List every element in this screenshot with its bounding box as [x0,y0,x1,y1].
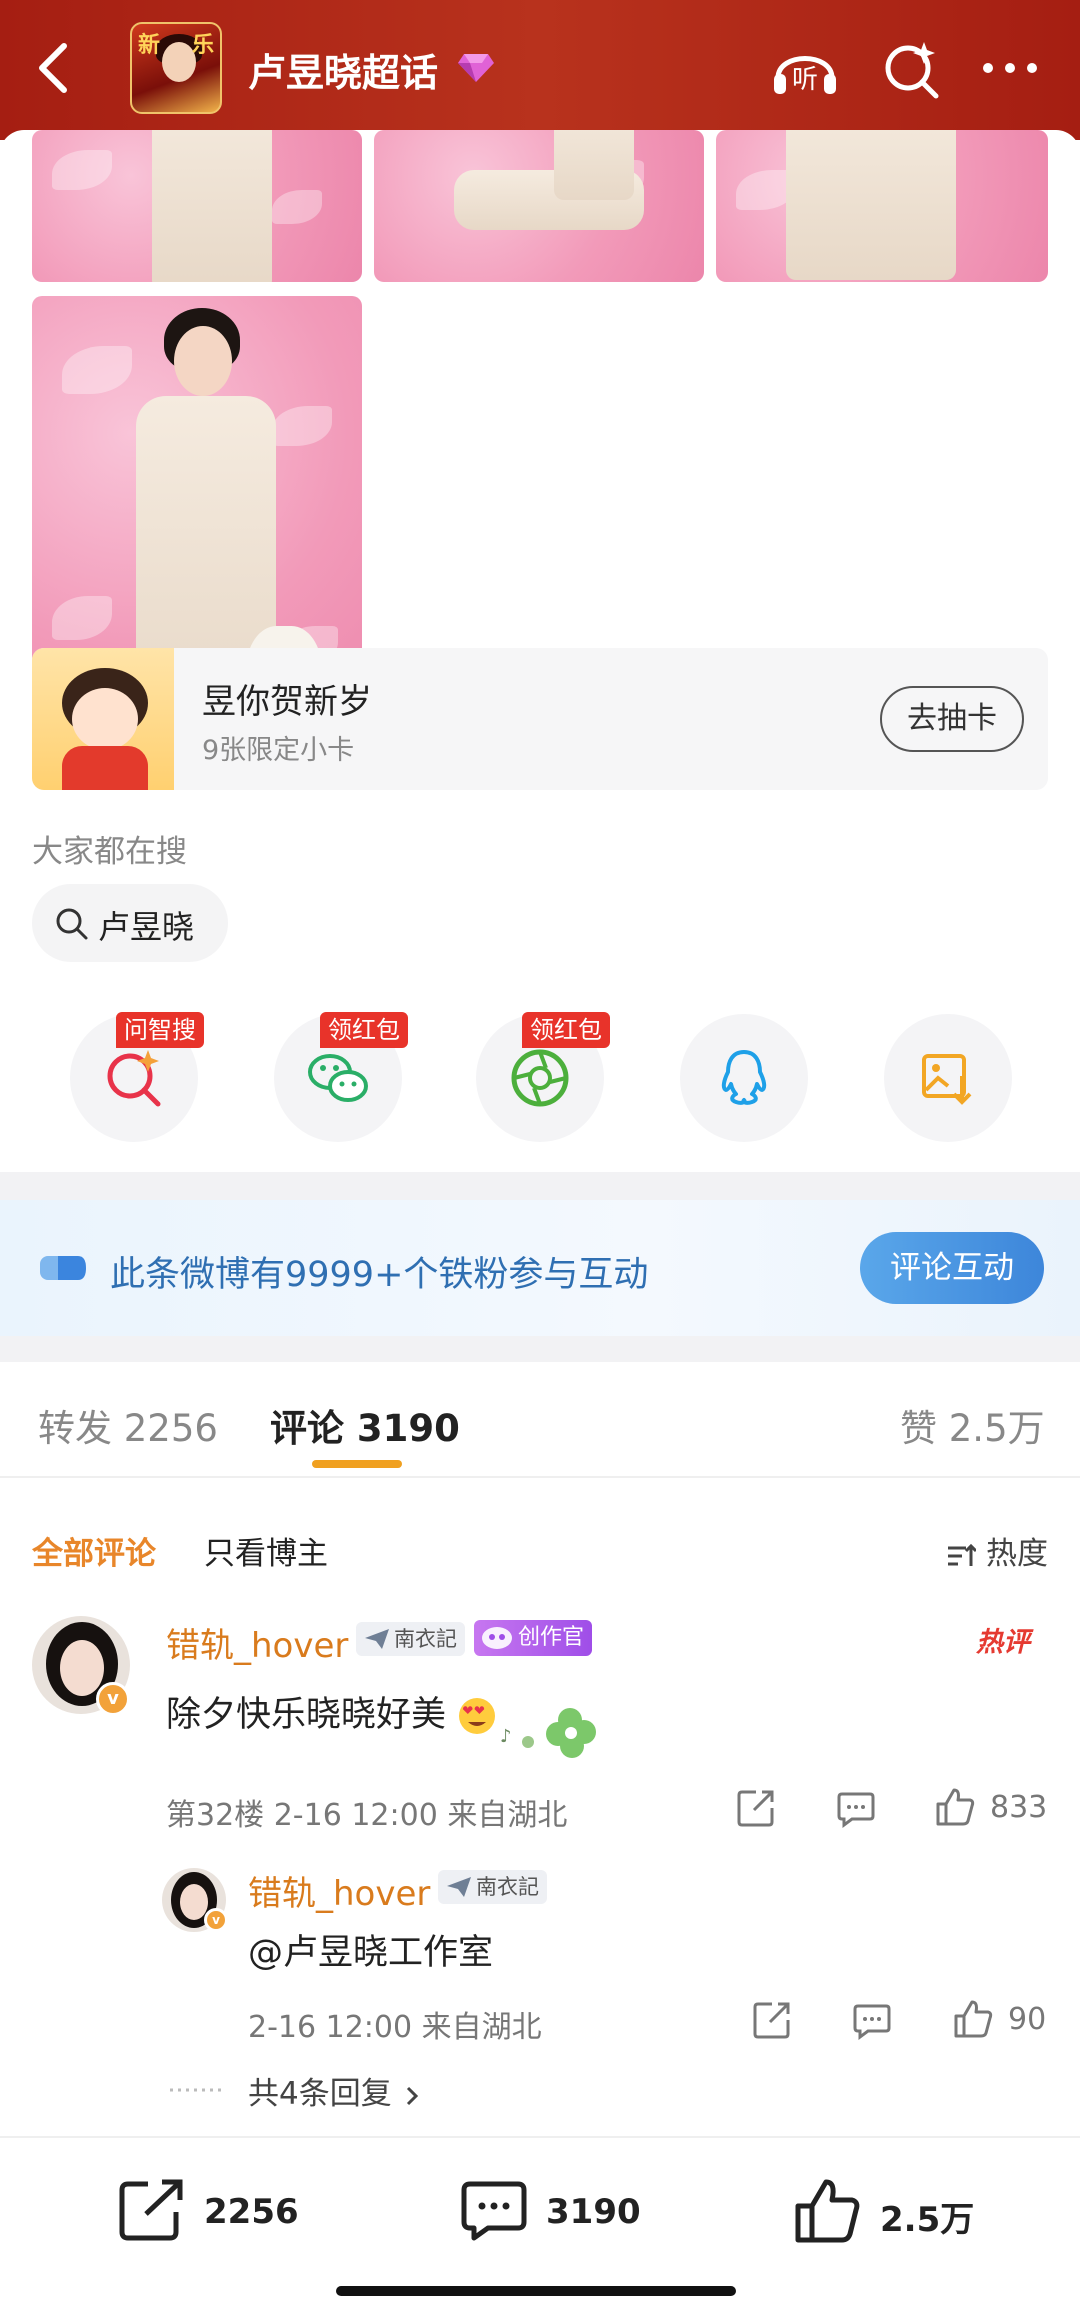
comment-meta: 第32楼 2-16 12:00 来自湖北 [166,1798,568,1833]
fan-tag[interactable]: 南衣記 [356,1622,465,1656]
chevron-right-icon [406,2086,418,2105]
active-tab-indicator [312,1460,402,1468]
filter-all-comments[interactable]: 全部评论 [32,1528,156,1573]
search-chip-label: 卢昱晓 [98,908,195,946]
comment-icon [461,2181,527,2241]
card-title: 昱你贺新岁 [202,682,372,722]
home-indicator [336,2286,736,2296]
top-bar: 新 乐 卢昱晓超话 听 [0,0,1080,140]
share-qq[interactable] [680,1014,808,1142]
gem-icon [458,54,494,82]
page-title[interactable]: 卢昱晓超话 [248,42,438,97]
creator-badge-label: 创作官 [518,1625,585,1650]
tab-comment[interactable]: 评论 3190 [270,1398,460,1452]
bottom-comment-count: 3190 [546,2192,641,2232]
avatar-calligraphy: 乐 [192,33,215,58]
more-icon[interactable] [980,60,1040,76]
comment-text: 除夕快乐晓晓好美 [166,1686,497,1737]
fan-tag-label: 南衣記 [476,1875,539,1899]
paper-plane-icon [365,1629,389,1649]
search-star-icon[interactable] [880,38,942,100]
bottom-comment-button[interactable]: 3190 [460,2178,660,2248]
svg-text:♪: ♪ [500,1726,512,1747]
share-badge: 领红包 [320,1012,408,1048]
creator-badge[interactable]: 创作官 [474,1620,593,1656]
listen-label: 听 [792,65,818,95]
sort-label: 热度 [986,1536,1048,1572]
bottom-repost-button[interactable]: 2256 [118,2178,318,2248]
clover-sticker-icon: ♪ [500,1708,596,1758]
supertopic-avatar[interactable]: 新 乐 [130,22,222,114]
paper-plane-icon [447,1877,471,1897]
like-count: 833 [990,1790,1048,1825]
banner-text: 此条微博有9999+个铁粉参与互动 [110,1255,649,1295]
draw-card-button[interactable]: 去抽卡 [880,686,1024,752]
post-image[interactable] [374,130,704,282]
view-replies-label: 共4条回复 [248,2076,392,2112]
back-icon[interactable] [30,38,78,98]
moments-icon [511,1049,569,1107]
like-icon[interactable] [934,1786,976,1828]
card-thumbnail [32,648,174,790]
comment-interact-button[interactable]: 评论互动 [860,1232,1044,1304]
post-image[interactable] [716,130,1048,282]
verified-badge-icon: v [204,1908,228,1932]
like-icon[interactable] [952,1998,994,2040]
share-save-image[interactable] [884,1014,1012,1142]
interaction-icon [40,1256,86,1280]
reply-username[interactable]: 错轨_hover [248,1866,430,1915]
post-image[interactable] [32,130,362,282]
avatar-calligraphy: 新 [138,33,161,58]
like-icon [795,2179,860,2243]
creator-badge-icon [482,1627,512,1649]
card-promo[interactable]: 昱你贺新岁 9张限定小卡 去抽卡 [32,648,1048,790]
sort-toggle[interactable]: 热度 [946,1528,1048,1573]
bottom-like-button[interactable]: 2.5万 [794,2178,994,2248]
commenter-username[interactable]: 错轨_hover [166,1618,348,1667]
fan-tag-label: 南衣記 [394,1627,457,1651]
fan-interaction-banner: 此条微博有9999+个铁粉参与互动 评论互动 [0,1200,1080,1336]
reply-text: @卢昱晓工作室 [248,1933,494,1973]
reply-meta: 2-16 12:00 来自湖北 [248,2010,542,2045]
section-divider [0,1172,1080,1200]
save-image-icon [922,1054,972,1105]
bottom-like-count: 2.5万 [880,2200,975,2240]
repost-icon [119,2179,183,2241]
trending-search-label: 大家都在搜 [32,834,187,870]
ai-search-icon [107,1050,161,1107]
reply-like-count: 90 [1008,2002,1047,2037]
share-badge: 领红包 [522,1012,610,1048]
comment-icon[interactable] [836,1790,876,1828]
fan-tag[interactable]: 南衣記 [438,1870,547,1904]
qq-icon [721,1050,767,1105]
comment-icon[interactable] [852,2002,892,2040]
card-subtitle: 9张限定小卡 [202,735,355,766]
section-divider [0,1336,1080,1362]
repost-icon[interactable] [736,1788,776,1828]
dotted-line-icon [170,2088,226,2092]
view-replies-link[interactable]: 共4条回复 [248,2068,422,2113]
hot-comment-badge: 热评 [976,1627,1030,1658]
repost-icon[interactable] [752,2000,792,2040]
wechat-icon [308,1054,368,1102]
tab-repost[interactable]: 转发 2256 [38,1398,218,1452]
bottom-repost-count: 2256 [204,2192,299,2232]
tab-separator [0,1476,1080,1478]
sort-icon [948,1543,978,1566]
verified-badge-icon: v [96,1682,130,1716]
search-icon [56,908,88,940]
listen-icon[interactable]: 听 [770,38,840,100]
filter-owner-only[interactable]: 只看博主 [204,1528,328,1573]
share-badge: 问智搜 [116,1012,204,1048]
tab-like[interactable]: 赞 2.5万 [900,1398,1045,1452]
search-chip[interactable]: 卢昱晓 [32,884,228,962]
comment-body: 除夕快乐晓晓好美 [166,1695,447,1735]
